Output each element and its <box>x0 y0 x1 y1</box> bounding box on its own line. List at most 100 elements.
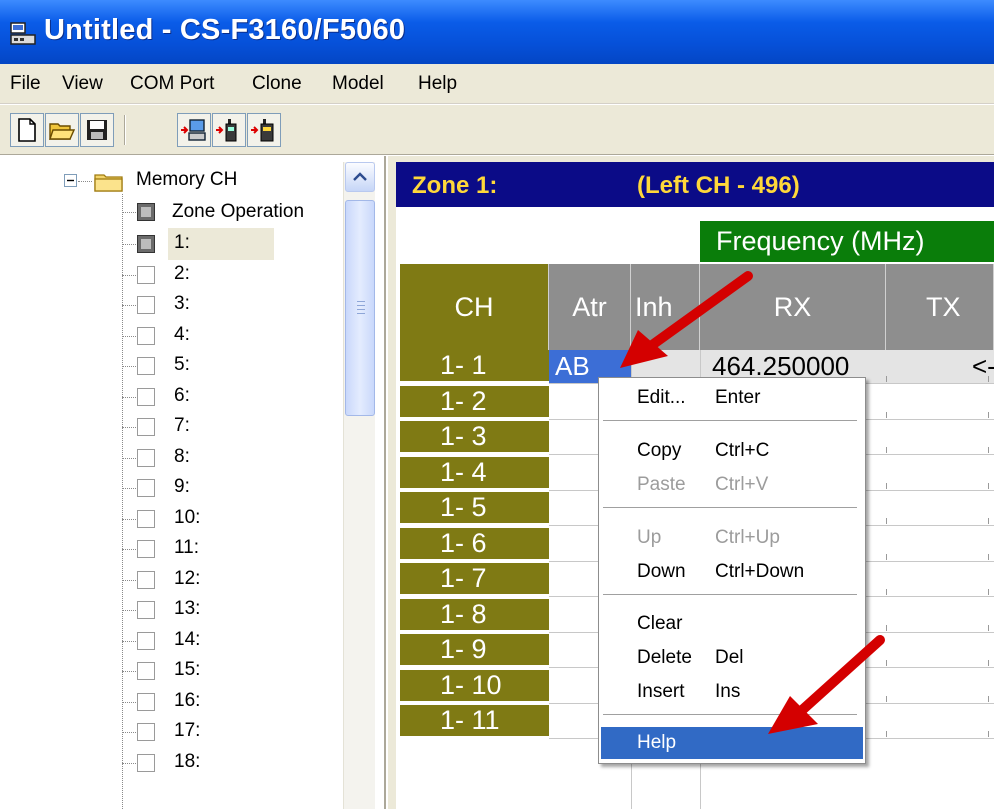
channel-icon <box>137 571 155 589</box>
tree-item-channel[interactable]: 14: <box>174 629 200 651</box>
cell-tick <box>886 376 887 382</box>
tree-line <box>122 305 136 306</box>
tree-item-channel[interactable]: 4: <box>174 324 190 346</box>
tree-line <box>122 580 136 581</box>
tree-line <box>122 610 136 611</box>
channel-icon <box>137 357 155 375</box>
channel-icon <box>137 754 155 772</box>
tree-item-channel[interactable]: 10: <box>174 507 200 529</box>
tree-root-memory-ch[interactable]: Memory CH <box>136 169 237 191</box>
read-from-radio-button[interactable] <box>177 113 211 147</box>
collapse-icon[interactable] <box>64 174 78 188</box>
tree-item-channel[interactable]: 12: <box>174 568 200 590</box>
channel-icon <box>137 388 155 406</box>
tree-item-channel[interactable]: 6: <box>174 385 190 407</box>
cell-tick <box>988 554 989 560</box>
cell-tick <box>886 589 887 595</box>
cell-tick <box>988 731 989 737</box>
tree-line <box>122 702 136 703</box>
menu-item-copy[interactable]: Copy Ctrl+C <box>601 435 863 467</box>
channel-icon <box>137 235 155 253</box>
cell-ch[interactable]: 1- 6 <box>400 528 549 561</box>
annotation-arrow-icon <box>620 271 753 368</box>
channel-icon <box>137 693 155 711</box>
tree-item-channel[interactable]: 2: <box>174 263 190 285</box>
menu-bar: File View COM Port Clone Model Help <box>0 64 994 104</box>
tree-item-channel[interactable]: 1: <box>174 232 190 254</box>
tree-item-channel[interactable]: 8: <box>174 446 190 468</box>
column-header-ch[interactable]: CH <box>400 264 549 350</box>
toolbar-separator <box>124 115 126 145</box>
read-from-radio-icon <box>181 119 206 141</box>
tree-item-channel[interactable]: 16: <box>174 690 200 712</box>
zone-header-bar: Zone 1: (Left CH - 496) <box>396 162 994 207</box>
tree-item-channel[interactable]: 13: <box>174 598 200 620</box>
cell-ch[interactable]: 1- 11 <box>400 705 549 738</box>
tree-item-zone-operation[interactable]: Zone Operation <box>172 201 304 223</box>
scroll-up-button[interactable] <box>345 162 375 192</box>
open-button[interactable] <box>45 113 79 147</box>
tree-item-channel[interactable]: 17: <box>174 720 200 742</box>
cell-tick <box>988 660 989 666</box>
tree-item-channel[interactable]: 7: <box>174 415 190 437</box>
tree-line <box>122 519 136 520</box>
channel-icon <box>137 510 155 528</box>
menu-help[interactable]: Help <box>418 73 457 95</box>
channel-icon <box>137 449 155 467</box>
memory-tree-pane[interactable]: Memory CH Zone Operation 1: 2: 3: 4: 5: 6: 7: 8… <box>0 156 386 809</box>
menu-item-down[interactable]: Down Ctrl+Down <box>601 556 863 588</box>
menu-item-edit[interactable]: Edit... Enter <box>601 382 863 414</box>
cell-tick <box>886 447 887 453</box>
menu-item-paste[interactable]: Paste Ctrl+V <box>601 469 863 501</box>
tree-item-channel[interactable]: 3: <box>174 293 190 315</box>
cell-ch[interactable]: 1- 3 <box>400 421 549 454</box>
channel-icon <box>137 723 155 741</box>
menu-model[interactable]: Model <box>332 73 384 95</box>
write-to-radio-button[interactable] <box>212 113 246 147</box>
title-bar[interactable]: Untitled - CS-F3160/F5060 <box>0 0 994 64</box>
cell-tx-row-1[interactable]: <- <box>972 351 994 382</box>
annotation-arrow-icon <box>768 635 885 734</box>
cell-ch[interactable]: 1- 10 <box>400 670 549 703</box>
tree-item-channel[interactable]: 5: <box>174 354 190 376</box>
frequency-header: Frequency (MHz) <box>700 221 994 262</box>
cell-ch[interactable]: 1- 9 <box>400 634 549 667</box>
menu-file[interactable]: File <box>10 73 41 95</box>
save-icon <box>87 120 107 140</box>
menu-clone[interactable]: Clone <box>252 73 302 95</box>
tree-line <box>122 244 136 245</box>
scroll-thumb[interactable] <box>345 200 375 416</box>
cell-ch[interactable]: 1- 8 <box>400 599 549 632</box>
tree-item-channel[interactable]: 9: <box>174 476 190 498</box>
cell-tick <box>988 518 989 524</box>
tree-line <box>122 671 136 672</box>
menu-com-port[interactable]: COM Port <box>130 73 214 95</box>
tree-line <box>122 458 136 459</box>
channel-icon <box>137 479 155 497</box>
new-file-button[interactable] <box>10 113 44 147</box>
tree-line <box>122 488 136 489</box>
menu-item-up[interactable]: Up Ctrl+Up <box>601 522 863 554</box>
tree-scrollbar[interactable] <box>343 162 375 809</box>
cell-ch[interactable]: 1- 1 <box>400 350 549 383</box>
tree-item-channel[interactable]: 11: <box>174 537 199 559</box>
radio-info-button[interactable] <box>247 113 281 147</box>
column-header-tx[interactable]: TX <box>886 264 994 350</box>
tree-line <box>122 194 123 809</box>
cell-ch[interactable]: 1- 4 <box>400 457 549 490</box>
menu-view[interactable]: View <box>62 73 103 95</box>
tree-line <box>122 212 136 213</box>
cell-ch[interactable]: 1- 5 <box>400 492 549 525</box>
cell-ch[interactable]: 1- 7 <box>400 563 549 596</box>
tree-line <box>122 549 136 550</box>
tree-line <box>122 275 136 276</box>
tree-item-channel[interactable]: 18: <box>174 751 200 773</box>
cell-tick <box>988 447 989 453</box>
cell-ch[interactable]: 1- 2 <box>400 386 549 419</box>
menu-separator <box>603 594 857 596</box>
channel-icon <box>137 418 155 436</box>
tree-item-channel[interactable]: 15: <box>174 659 200 681</box>
folder-icon <box>94 174 123 192</box>
cell-tick <box>988 696 989 702</box>
save-button[interactable] <box>80 113 114 147</box>
